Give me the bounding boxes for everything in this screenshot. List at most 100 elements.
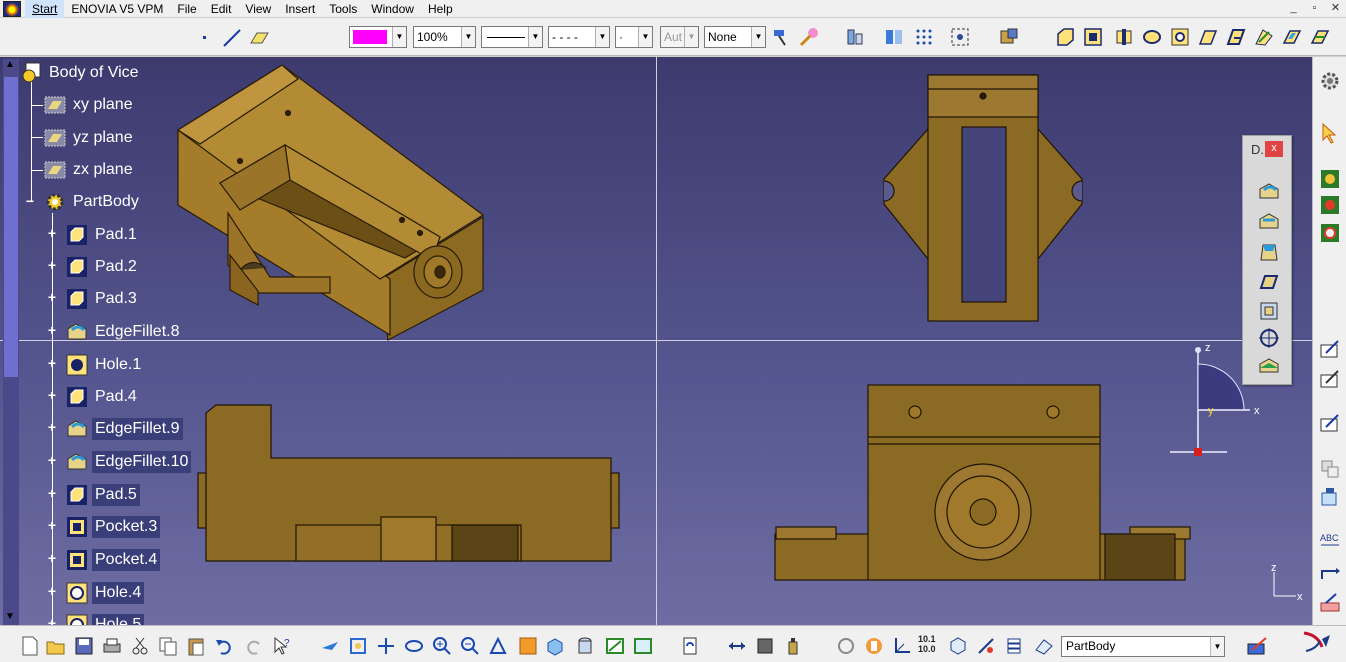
tree-item-yz-plane[interactable]: yz plane: [44, 126, 136, 150]
3d-viewport[interactable]: z y x z x ▲ ▼ Body of Vice xy plane yz p…: [0, 57, 1312, 625]
open-folder-icon[interactable]: [46, 636, 66, 656]
tree-item-edgefillet-9[interactable]: EdgeFillet.9: [66, 417, 183, 441]
bottle-icon[interactable]: [783, 636, 803, 656]
swap-visible-space-icon[interactable]: [633, 636, 653, 656]
catalog-icon[interactable]: [997, 25, 1021, 49]
fit-all-icon[interactable]: [948, 25, 972, 49]
hand-icon[interactable]: [864, 636, 884, 656]
scroll-up-icon[interactable]: ▲: [5, 59, 15, 70]
tree-item-pocket-3[interactable]: Pocket.3: [66, 515, 161, 539]
save-icon[interactable]: [74, 636, 94, 656]
grid-icon[interactable]: [912, 25, 936, 49]
expand-icon[interactable]: +: [46, 388, 58, 402]
eraser-icon[interactable]: [1034, 636, 1054, 656]
ratio-text[interactable]: 10.1 10.0: [918, 634, 942, 654]
apply-material-icon[interactable]: [1318, 485, 1342, 509]
scan-icon[interactable]: [1318, 591, 1342, 615]
pad-tool-icon[interactable]: [1053, 25, 1077, 49]
select-arrow-icon[interactable]: [1318, 121, 1342, 145]
text-abc-icon[interactable]: ABC: [1318, 529, 1342, 553]
menu-enovia[interactable]: ENOVIA V5 VPM: [64, 0, 170, 18]
tree-item-partbody[interactable]: PartBody: [44, 190, 142, 214]
zoom-out-icon[interactable]: [460, 636, 480, 656]
linetype-combo[interactable]: - - - - ▼: [548, 26, 610, 48]
cut-icon[interactable]: [130, 636, 150, 656]
update-icon[interactable]: [680, 636, 700, 656]
tree-item-zx-plane[interactable]: zx plane: [44, 158, 136, 182]
positioned-sketch-icon[interactable]: [1318, 367, 1342, 391]
paste-icon[interactable]: [186, 636, 206, 656]
draft-icon[interactable]: [1257, 240, 1281, 264]
whats-this-icon[interactable]: ?: [272, 636, 292, 656]
boolean-remove-icon[interactable]: [1318, 221, 1342, 245]
expand-icon[interactable]: +: [46, 356, 58, 370]
normal-view-icon[interactable]: [488, 636, 508, 656]
scroll-down-icon[interactable]: ▼: [5, 611, 15, 622]
redo-icon[interactable]: [244, 636, 264, 656]
expand-icon[interactable]: +: [46, 616, 58, 625]
undo-icon[interactable]: [214, 636, 234, 656]
pocket-tool-icon[interactable]: [1081, 25, 1105, 49]
new-file-icon[interactable]: [20, 636, 40, 656]
cube-view-icon[interactable]: [948, 636, 968, 656]
expand-icon[interactable]: +: [46, 290, 58, 304]
menu-edit[interactable]: Edit: [204, 0, 239, 18]
zoom-in-icon[interactable]: [432, 636, 452, 656]
tree-item-pad-5[interactable]: Pad.5: [66, 483, 140, 507]
sketch-analysis-icon[interactable]: [976, 636, 996, 656]
expand-icon[interactable]: +: [46, 518, 58, 532]
tree-item-hole-1[interactable]: Hole.1: [66, 353, 144, 377]
point-icon[interactable]: [193, 26, 217, 50]
current-body-combo[interactable]: PartBody ▼: [1061, 636, 1225, 657]
tree-item-hole-4[interactable]: Hole.4: [66, 581, 145, 605]
loft-tool-icon[interactable]: [1280, 25, 1304, 49]
expand-icon[interactable]: +: [46, 258, 58, 272]
multi-view-icon[interactable]: [518, 636, 538, 656]
chamfer-icon[interactable]: [1257, 210, 1281, 234]
dress-up-floating-toolbar[interactable]: D. x: [1242, 135, 1292, 385]
expand-icon[interactable]: +: [46, 486, 58, 500]
thread-icon[interactable]: [1257, 326, 1281, 350]
stiffener-tool-icon[interactable]: [1252, 25, 1276, 49]
plane-shape-icon[interactable]: [247, 26, 271, 50]
stack-icon[interactable]: [1004, 636, 1024, 656]
side-view[interactable]: [770, 382, 1195, 584]
minimize-button[interactable]: _: [1283, 0, 1304, 17]
thickness-icon[interactable]: [1257, 299, 1281, 323]
iso-view-icon[interactable]: [545, 636, 565, 656]
annotation-icon[interactable]: [1318, 411, 1342, 435]
gear-icon[interactable]: [1318, 69, 1342, 93]
edge-fillet-icon[interactable]: [1257, 180, 1281, 204]
measure-inertia-icon[interactable]: [755, 636, 775, 656]
menu-insert[interactable]: Insert: [278, 0, 322, 18]
pan-icon[interactable]: [376, 636, 396, 656]
material-icon[interactable]: [797, 25, 821, 49]
expand-icon[interactable]: +: [46, 584, 58, 598]
tree-item-pad-4[interactable]: Pad.4: [66, 385, 140, 409]
expand-icon[interactable]: +: [46, 453, 58, 467]
rib-tool-icon[interactable]: [1196, 25, 1220, 49]
tree-scrollbar[interactable]: ▲ ▼: [3, 59, 19, 625]
close-button[interactable]: ✕: [1325, 0, 1346, 17]
sketch-icon[interactable]: [1318, 337, 1342, 361]
tree-item-pad-2[interactable]: Pad.2: [66, 255, 140, 279]
expand-icon[interactable]: +: [46, 226, 58, 240]
menu-start[interactable]: Start: [25, 0, 65, 18]
tree-item-edgefillet-10[interactable]: EdgeFillet.10: [66, 450, 192, 474]
front-view[interactable]: [196, 403, 626, 563]
tree-item-hole-5[interactable]: Hole.5: [66, 613, 145, 625]
measure-between-icon[interactable]: [727, 636, 747, 656]
menu-tools[interactable]: Tools: [322, 0, 364, 18]
tree-item-edgefillet-8[interactable]: EdgeFillet.8: [66, 320, 183, 344]
expand-icon[interactable]: +: [46, 551, 58, 565]
fit-all-in-icon[interactable]: [348, 636, 368, 656]
color-combo[interactable]: ▼: [349, 26, 407, 48]
menu-window[interactable]: Window: [364, 0, 421, 18]
tree-item-pocket-4[interactable]: Pocket.4: [66, 548, 161, 572]
refresh-icon[interactable]: [836, 636, 856, 656]
expand-icon[interactable]: +: [46, 323, 58, 337]
remove-face-icon[interactable]: [1257, 354, 1281, 378]
format-painter-icon[interactable]: [769, 25, 793, 49]
close-icon[interactable]: x: [1265, 141, 1283, 157]
restore-button[interactable]: ▫: [1304, 0, 1325, 17]
